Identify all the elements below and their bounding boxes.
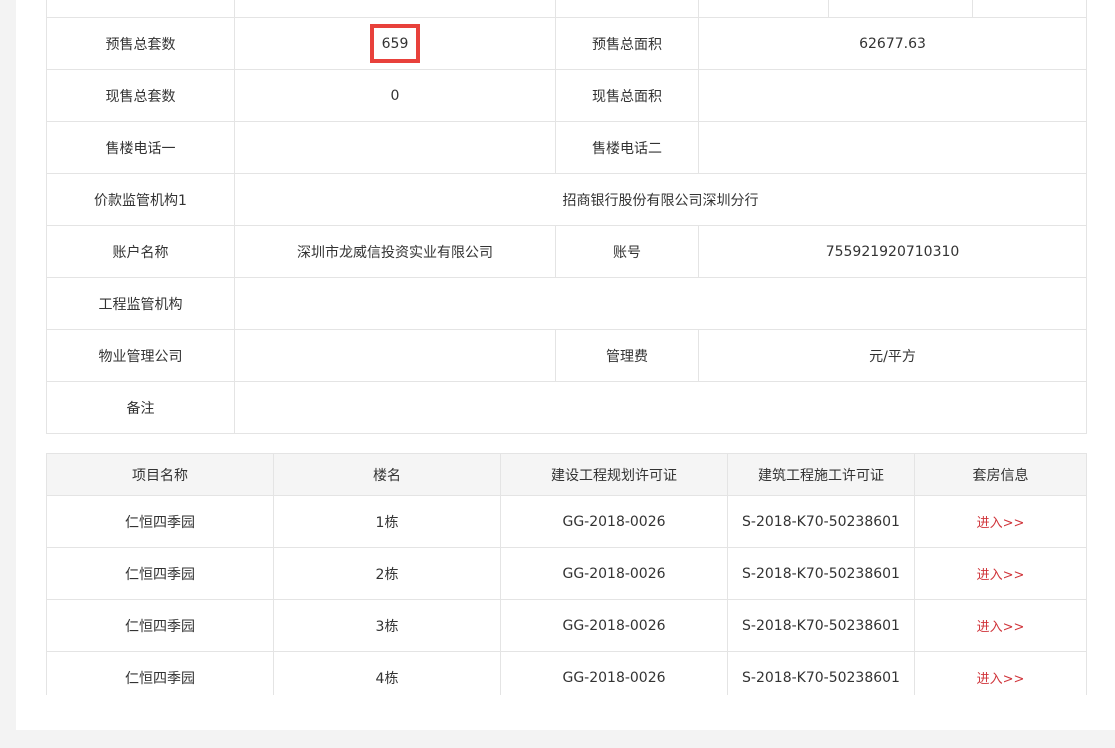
unit-info-cell: 进入>> [914, 599, 1087, 652]
sales-phone1-value [234, 121, 556, 174]
remarks-label: 备注 [46, 381, 235, 434]
building-name-cell: 4栋 [273, 651, 501, 695]
management-fee-label: 管理费 [555, 329, 699, 382]
remarks-value [234, 381, 1087, 434]
building-name-cell: 3栋 [273, 599, 501, 652]
current-sale-units-label: 现售总套数 [46, 69, 235, 122]
project-name-cell: 仁恒四季园 [46, 651, 274, 695]
construction-permit-cell: S-2018-K70-50238601 [727, 547, 915, 600]
enter-link[interactable]: 进入>> [977, 620, 1025, 635]
construction-permit-cell: S-2018-K70-50238601 [727, 495, 915, 548]
property-company-value [234, 329, 556, 382]
header-unit-info: 套房信息 [914, 453, 1087, 496]
project-info-table: 预售总套数 659 预售总面积 62677.63 现售总套数 0 现售总面积 售… [46, 0, 1087, 434]
unit-info-cell: 进入>> [914, 547, 1087, 600]
project-name-cell: 仁恒四季园 [46, 495, 274, 548]
presale-total-units-cell: 659 [234, 17, 556, 70]
project-name-cell: 仁恒四季园 [46, 547, 274, 600]
header-construction-permit: 建筑工程施工许可证 [727, 453, 915, 496]
property-company-label: 物业管理公司 [46, 329, 235, 382]
account-name-value: 深圳市龙威信投资实业有限公司 [234, 225, 556, 278]
building-name-cell: 1栋 [273, 495, 501, 548]
info-row-current-sale: 现售总套数 0 现售总面积 [46, 69, 1087, 122]
fund-supervisor-value: 招商银行股份有限公司深圳分行 [234, 173, 1087, 226]
table-row: 仁恒四季园 2栋 GG-2018-0026 S-2018-K70-5023860… [46, 547, 1087, 600]
table-row: 仁恒四季园 4栋 GG-2018-0026 S-2018-K70-5023860… [46, 651, 1087, 695]
sales-phone2-value [698, 121, 1087, 174]
current-sale-units-value: 0 [234, 69, 556, 122]
info-row-truncated [46, 0, 1087, 18]
enter-link[interactable]: 进入>> [977, 568, 1025, 583]
table-row: 仁恒四季园 3栋 GG-2018-0026 S-2018-K70-5023860… [46, 599, 1087, 652]
table-row: 仁恒四季园 1栋 GG-2018-0026 S-2018-K70-5023860… [46, 495, 1087, 548]
account-no-value: 755921920710310 [698, 225, 1087, 278]
presale-total-area-label: 预售总面积 [555, 17, 699, 70]
info-row-engineering-supervisor: 工程监管机构 [46, 277, 1087, 330]
building-name-cell: 2栋 [273, 547, 501, 600]
enter-link[interactable]: 进入>> [977, 672, 1025, 687]
project-name-cell: 仁恒四季园 [46, 599, 274, 652]
presale-total-units-value: 659 [369, 24, 421, 63]
account-name-label: 账户名称 [46, 225, 235, 278]
planning-permit-cell: GG-2018-0026 [500, 495, 728, 548]
building-list-table: 项目名称 楼名 建设工程规划许可证 建筑工程施工许可证 套房信息 仁恒四季园 1… [46, 453, 1087, 695]
current-sale-area-value [698, 69, 1087, 122]
header-project-name: 项目名称 [46, 453, 274, 496]
info-row-fund-supervisor: 价款监管机构1 招商银行股份有限公司深圳分行 [46, 173, 1087, 226]
info-row-property: 物业管理公司 管理费 元/平方 [46, 329, 1087, 382]
planning-permit-cell: GG-2018-0026 [500, 651, 728, 695]
info-row-account: 账户名称 深圳市龙威信投资实业有限公司 账号 755921920710310 [46, 225, 1087, 278]
building-table-header: 项目名称 楼名 建设工程规划许可证 建筑工程施工许可证 套房信息 [46, 453, 1087, 496]
unit-info-cell: 进入>> [914, 651, 1087, 695]
scroll-viewport: 预售总套数 659 预售总面积 62677.63 现售总套数 0 现售总面积 售… [0, 0, 1115, 695]
engineering-supervisor-value [234, 277, 1087, 330]
presale-total-area-value: 62677.63 [698, 17, 1087, 70]
planning-permit-cell: GG-2018-0026 [500, 547, 728, 600]
unit-info-cell: 进入>> [914, 495, 1087, 548]
engineering-supervisor-label: 工程监管机构 [46, 277, 235, 330]
planning-permit-cell: GG-2018-0026 [500, 599, 728, 652]
sales-phone1-label: 售楼电话一 [46, 121, 235, 174]
fund-supervisor-label: 价款监管机构1 [46, 173, 235, 226]
account-no-label: 账号 [555, 225, 699, 278]
construction-permit-cell: S-2018-K70-50238601 [727, 651, 915, 695]
info-row-phones: 售楼电话一 售楼电话二 [46, 121, 1087, 174]
info-row-presale: 预售总套数 659 预售总面积 62677.63 [46, 17, 1087, 70]
header-planning-permit: 建设工程规划许可证 [500, 453, 728, 496]
construction-permit-cell: S-2018-K70-50238601 [727, 599, 915, 652]
current-sale-area-label: 现售总面积 [555, 69, 699, 122]
enter-link[interactable]: 进入>> [977, 516, 1025, 531]
sales-phone2-label: 售楼电话二 [555, 121, 699, 174]
info-row-remarks: 备注 [46, 381, 1087, 434]
header-building-name: 楼名 [273, 453, 501, 496]
management-fee-value: 元/平方 [698, 329, 1087, 382]
presale-total-units-label: 预售总套数 [46, 17, 235, 70]
